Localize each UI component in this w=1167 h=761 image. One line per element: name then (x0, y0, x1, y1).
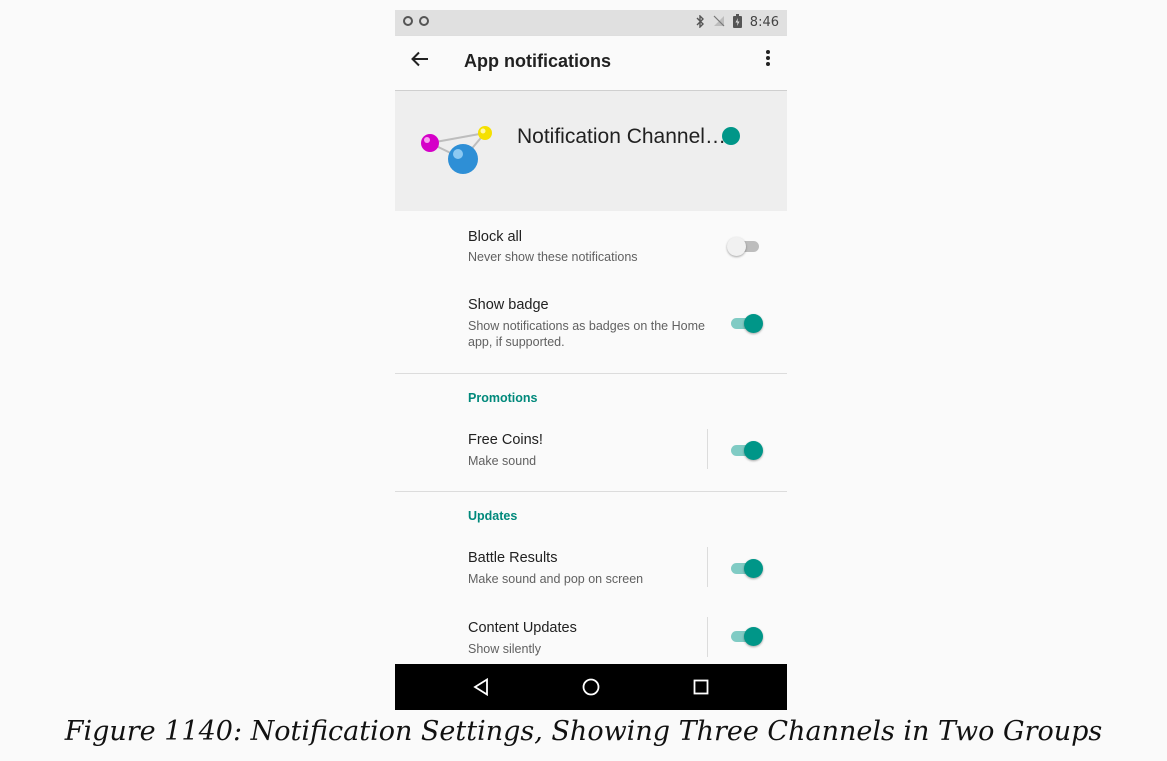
bluetooth-icon (695, 13, 705, 31)
nav-home-icon[interactable] (561, 664, 621, 710)
more-vert-icon[interactable] (765, 49, 771, 70)
setting-block-all[interactable]: Block all Never show these notifications (395, 211, 787, 285)
vertical-divider (707, 617, 708, 657)
setting-show-badge[interactable]: Show badge Show notifications as badges … (395, 285, 787, 373)
channel-summary: Make sound and pop on screen (468, 572, 644, 586)
battery-icon (732, 14, 742, 31)
divider (395, 491, 787, 492)
channel-free-coins[interactable]: Free Coins! Make sound (395, 420, 787, 490)
nav-back-icon[interactable] (451, 664, 511, 710)
channel-battle-results[interactable]: Battle Results Make sound and pop on scr… (395, 538, 787, 608)
app-info-icon (722, 127, 740, 145)
free-coins-switch[interactable] (727, 439, 763, 461)
nav-recents-icon[interactable] (671, 664, 731, 710)
page-title: App notifications (464, 51, 611, 71)
channel-content-updates[interactable]: Content Updates Show silently (395, 608, 787, 664)
arrow-back-icon[interactable] (411, 48, 429, 73)
app-bar: App notifications (395, 36, 787, 91)
channel-summary: Make sound (468, 454, 537, 468)
status-bar: 8:46 (395, 10, 787, 36)
setting-summary: Show notifications as badges on the Home… (468, 319, 705, 349)
figure-caption: Figure 1140: Notification Settings, Show… (64, 716, 1103, 747)
status-time: 8:46 (749, 15, 779, 30)
battle-results-switch[interactable] (727, 557, 763, 579)
vertical-divider (707, 547, 708, 587)
setting-summary: Never show these notifications (468, 250, 638, 264)
group-header-updates: Updates (468, 509, 518, 523)
phone-screen: 8:46 App notifications Notification Chan… (395, 10, 787, 710)
channel-title: Battle Results (468, 550, 558, 566)
vertical-divider (707, 429, 708, 469)
navigation-bar (395, 664, 787, 710)
app-name: Notification Channel… (517, 125, 726, 148)
channel-summary: Show silently (468, 642, 541, 656)
group-header-promotions: Promotions (468, 391, 538, 405)
setting-title: Show badge (468, 297, 549, 313)
block-all-switch[interactable] (727, 235, 763, 257)
show-badge-switch[interactable] (727, 312, 763, 334)
app-header: Notification Channel… (395, 91, 787, 211)
setting-title: Block all (468, 229, 522, 245)
channel-title: Content Updates (468, 620, 577, 636)
content-updates-switch[interactable] (727, 625, 763, 647)
window-dot-icon (419, 16, 429, 26)
no-signal-icon (713, 15, 725, 30)
window-dot-icon (403, 16, 413, 26)
channel-title: Free Coins! (468, 432, 543, 448)
divider (395, 373, 787, 374)
app-icon (421, 126, 492, 174)
